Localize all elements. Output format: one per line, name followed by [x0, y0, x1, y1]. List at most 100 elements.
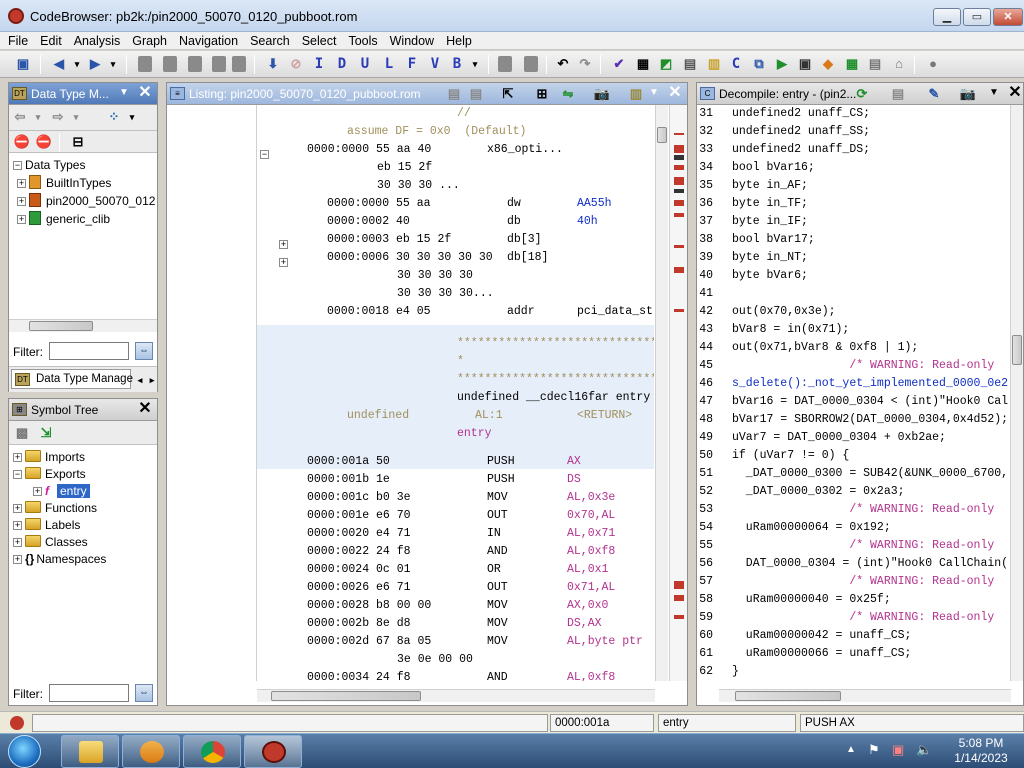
merge-icon[interactable]: [498, 56, 512, 72]
data-type-filter-input[interactable]: [49, 342, 129, 360]
listing-row[interactable]: 0000:0003 eb 15 2f: [327, 231, 451, 249]
undo-icon[interactable]: ↶: [554, 55, 572, 73]
menu-analysis[interactable]: Analysis: [68, 32, 127, 50]
save-icon[interactable]: ▣: [14, 55, 32, 73]
listing-row[interactable]: 0000:001a 50: [307, 453, 390, 471]
listing-row[interactable]: 0000:0028 b8 00 00: [307, 597, 431, 615]
listing-row[interactable]: 30 30 30 ...: [377, 177, 460, 195]
expand-icon[interactable]: +: [17, 179, 26, 188]
copy-icon[interactable]: ▤: [445, 85, 463, 103]
forward-dropdown-icon[interactable]: ▾: [67, 108, 85, 126]
listing-hscroll[interactable]: [257, 689, 655, 702]
down-arrow-icon[interactable]: ⬇: [264, 55, 282, 73]
bytes-icon[interactable]: ▦: [634, 55, 652, 73]
disassemble-i-icon[interactable]: I: [310, 55, 328, 73]
expand-icon[interactable]: +: [13, 521, 22, 530]
menu-search[interactable]: Search: [244, 32, 296, 50]
panel-menu-icon[interactable]: ▼: [987, 86, 1001, 100]
listing-vscroll[interactable]: [655, 105, 668, 681]
menu-help[interactable]: Help: [440, 32, 478, 50]
run-script-icon[interactable]: ▶: [773, 55, 791, 73]
stop-icon[interactable]: ⊘: [287, 55, 305, 73]
symbol-table-icon[interactable]: ▦: [843, 55, 861, 73]
listing-row[interactable]: 0000:0020 e4 71: [307, 525, 411, 543]
listing-row[interactable]: 0000:0002 40: [327, 213, 410, 231]
listing-row[interactable]: 0000:0026 e6 71: [307, 579, 411, 597]
memory-map-icon[interactable]: ▣: [796, 55, 814, 73]
structure-icon[interactable]: ⁘: [105, 108, 123, 126]
show-hidden-icons-icon[interactable]: ▲: [846, 744, 856, 755]
diamond-icon[interactable]: ◆: [819, 55, 837, 73]
symbol-functions[interactable]: + Functions: [13, 500, 97, 517]
symbol-filter-input[interactable]: [49, 684, 129, 702]
listing-row[interactable]: 0000:002b 8e d8: [307, 615, 411, 633]
filter-options-icon[interactable]: ⇔: [135, 684, 153, 702]
network-icon[interactable]: ▣: [892, 742, 904, 758]
expand-icon[interactable]: +: [13, 504, 22, 513]
taskbar-chrome[interactable]: [183, 735, 241, 768]
collapse-icon[interactable]: −: [260, 150, 269, 159]
listing-view-icon[interactable]: ▤: [681, 55, 699, 73]
paste-icon[interactable]: ▤: [467, 85, 485, 103]
help-icon[interactable]: ●: [924, 55, 942, 73]
panel-menu-icon[interactable]: ▼: [647, 86, 661, 100]
forward-arrow-icon[interactable]: ▶: [86, 55, 104, 73]
checkmark-icon[interactable]: ✔: [610, 55, 628, 73]
menu-window[interactable]: Window: [384, 32, 440, 50]
panel-menu-icon[interactable]: ▼: [117, 86, 131, 100]
redo-icon[interactable]: ↷: [576, 55, 594, 73]
expand-icon[interactable]: +: [13, 555, 22, 564]
nav-label-icon[interactable]: [212, 56, 226, 72]
menu-navigation[interactable]: Navigation: [173, 32, 244, 50]
listing-row[interactable]: 0000:0018 e4 05: [327, 303, 431, 321]
project-icon[interactable]: ⌂: [890, 55, 908, 73]
expand-icon[interactable]: +: [17, 215, 26, 224]
symbol-namespaces[interactable]: +{} Namespaces: [13, 551, 106, 568]
scroll-thumb[interactable]: [1012, 335, 1022, 365]
menu-file[interactable]: File: [0, 32, 34, 50]
back-dropdown-icon[interactable]: ▾: [29, 108, 47, 126]
listing-row[interactable]: 30 30 30 30...: [397, 285, 494, 303]
filter-array-icon[interactable]: ⛔: [35, 133, 53, 151]
start-button[interactable]: [6, 734, 46, 768]
snapshot-icon[interactable]: 📷: [593, 85, 611, 103]
variable-v-icon[interactable]: V: [426, 55, 444, 73]
expand-icon[interactable]: +: [17, 197, 26, 206]
listing-overview-bar[interactable]: [669, 105, 687, 681]
listing-row[interactable]: 0000:001c b0 3e: [307, 489, 411, 507]
listing-row[interactable]: 3e 0e 00 00: [397, 651, 473, 669]
edit-icon[interactable]: ✎: [925, 85, 943, 103]
taskbar-media-player[interactable]: [122, 735, 180, 768]
entry-label[interactable]: entry: [457, 425, 492, 443]
data-type-hscroll[interactable]: [9, 319, 157, 332]
nav-prev-data-icon[interactable]: [138, 56, 152, 72]
listing-options-icon[interactable]: ▥: [627, 85, 645, 103]
listing-row[interactable]: assume DF = 0x0 (Default): [347, 123, 526, 141]
create-namespace-icon[interactable]: ▩: [13, 424, 31, 442]
data-type-icon[interactable]: ▤: [866, 55, 884, 73]
structure-dropdown-icon[interactable]: ▾: [123, 108, 141, 126]
cursor-select-icon[interactable]: ⇱: [499, 85, 517, 103]
listing-row[interactable]: 0000:0000 55 aa 40: [307, 141, 431, 159]
refresh-green-icon[interactable]: ◩: [657, 55, 675, 73]
taskbar-clock[interactable]: 5:08 PM 1/14/2023: [942, 736, 1020, 766]
scroll-thumb[interactable]: [657, 127, 667, 143]
scroll-thumb[interactable]: [735, 691, 841, 701]
back-dropdown-icon[interactable]: ▾: [68, 55, 86, 73]
tree-item-builtin[interactable]: + BuiltInTypes: [17, 175, 111, 192]
scroll-thumb[interactable]: [271, 691, 421, 701]
function-f-icon[interactable]: F: [403, 55, 421, 73]
forward-icon[interactable]: ⇨: [49, 108, 67, 126]
tree-item-program[interactable]: + pin2000_50070_012: [17, 193, 155, 210]
taskbar-ghidra[interactable]: [244, 735, 302, 768]
decompile-vscroll[interactable]: [1010, 105, 1023, 681]
listing-row[interactable]: 0000:0006 30 30 30 30 30: [327, 249, 493, 267]
close-icon[interactable]: ✕: [137, 401, 153, 417]
data-d-icon[interactable]: D: [333, 55, 351, 73]
scroll-thumb[interactable]: [29, 321, 93, 331]
menu-graph[interactable]: Graph: [126, 32, 173, 50]
menu-tools[interactable]: Tools: [342, 32, 383, 50]
symbol-labels[interactable]: + Labels: [13, 517, 80, 534]
decompile-hscroll[interactable]: [719, 689, 1011, 702]
expand-icon[interactable]: +: [33, 487, 42, 496]
